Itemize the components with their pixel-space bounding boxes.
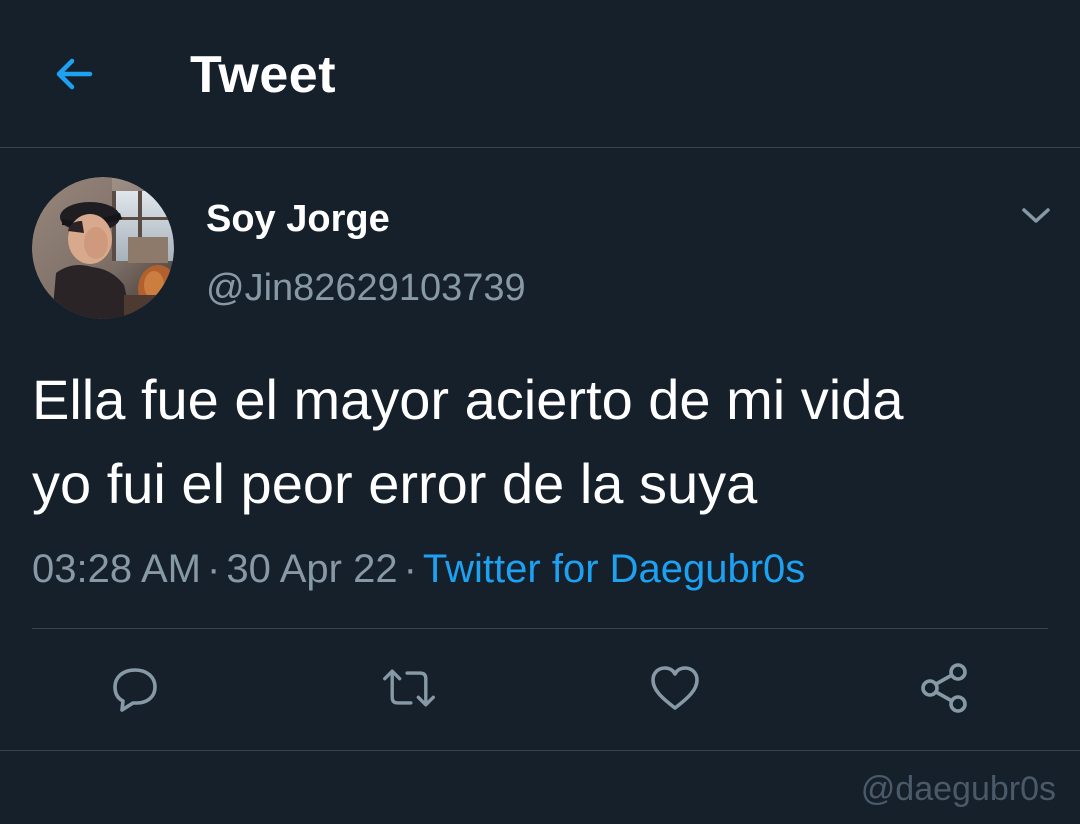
retweet-icon: [383, 669, 435, 707]
tweet-time: 03:28 AM: [32, 547, 202, 591]
reply-icon: [113, 668, 157, 712]
reply-button[interactable]: [107, 660, 163, 716]
meta-separator: ·: [403, 547, 417, 591]
divider: [32, 628, 1048, 629]
username-handle[interactable]: @Jin82629103739: [206, 264, 526, 312]
more-options-button[interactable]: [1012, 196, 1060, 236]
watermark: @daegubr0s: [860, 770, 1056, 808]
retweet-button[interactable]: [381, 660, 437, 716]
tweet-meta: 03:28 AM · 30 Apr 22 · Twitter for Daegubr0s: [32, 544, 805, 594]
like-button[interactable]: [647, 660, 703, 716]
display-name[interactable]: Soy Jorge: [206, 196, 390, 242]
share-icon: [921, 663, 967, 713]
heart-icon: [651, 666, 699, 710]
back-button[interactable]: [46, 46, 102, 102]
tweet-source-link[interactable]: Twitter for Daegubr0s: [423, 547, 805, 591]
chevron-down-icon: [1022, 208, 1050, 223]
arrow-left-icon: [56, 58, 93, 90]
page-title: Tweet: [190, 46, 337, 104]
avatar[interactable]: [32, 177, 174, 319]
share-button[interactable]: [916, 660, 972, 716]
tweet-text: Ella fue el mayor acierto de mi vida yo …: [32, 358, 1052, 526]
meta-separator: ·: [207, 547, 221, 591]
top-bar: Tweet: [0, 0, 1080, 148]
tweet-text-line: Ella fue el mayor acierto de mi vida: [32, 368, 904, 431]
tweet-text-line: yo fui el peor error de la suya: [32, 452, 758, 515]
tweet-date: 30 Apr 22: [226, 547, 398, 591]
profile-photo: [32, 177, 174, 319]
divider: [0, 750, 1080, 751]
tweet-detail-screen: Tweet Soy Jorge @Jin82629103739 Ella fue…: [0, 0, 1080, 824]
